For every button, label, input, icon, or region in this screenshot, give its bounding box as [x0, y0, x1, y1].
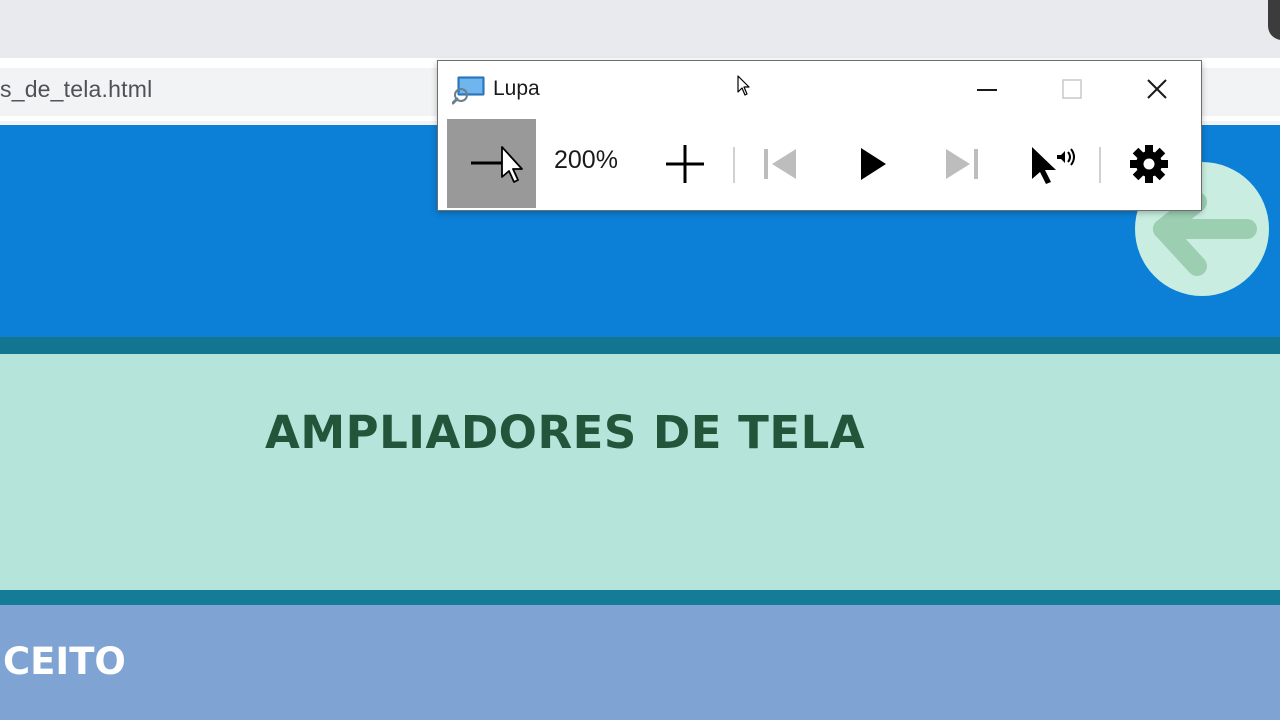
close-button[interactable] — [1115, 61, 1199, 117]
zoom-out-icon — [471, 146, 523, 183]
previous-icon — [764, 149, 796, 179]
address-bar-url: s_de_tela.html — [0, 76, 153, 102]
magnifier-app-icon — [452, 76, 485, 105]
next-icon — [946, 149, 978, 179]
maximize-icon — [1062, 79, 1082, 99]
zoom-in-button[interactable] — [655, 133, 715, 193]
zoom-in-icon — [666, 145, 704, 183]
mouse-pointer-icon — [737, 75, 750, 96]
header-divider — [0, 337, 1280, 354]
next-button[interactable] — [931, 133, 991, 193]
toolbar-separator — [733, 147, 735, 183]
title-section — [0, 354, 1280, 590]
magnifier-title-bar[interactable]: Lupa — [438, 61, 1201, 119]
close-icon — [1147, 79, 1167, 99]
minimize-icon — [977, 89, 997, 91]
section-divider — [0, 590, 1280, 605]
page-title: AMPLIADORES DE TELA — [265, 406, 866, 459]
settings-icon — [1130, 145, 1168, 183]
browser-tab-strip — [0, 0, 1280, 58]
play-icon — [861, 148, 886, 180]
maximize-button[interactable] — [1030, 61, 1114, 117]
magnifier-title: Lupa — [493, 77, 540, 100]
concept-section — [0, 605, 1280, 720]
zoom-out-button[interactable] — [447, 119, 536, 208]
section-title: CEITO — [3, 640, 126, 683]
toolbar-separator — [1099, 147, 1101, 183]
read-from-here-button[interactable] — [1019, 133, 1079, 193]
magnifier-window[interactable]: Lupa 200% — [437, 60, 1202, 211]
previous-button[interactable] — [751, 133, 811, 193]
read-from-here-icon — [1032, 147, 1075, 184]
minimize-button[interactable] — [945, 61, 1029, 117]
settings-button[interactable] — [1119, 133, 1179, 193]
tab-edge — [1268, 0, 1280, 40]
play-button[interactable] — [842, 133, 902, 193]
zoom-level: 200% — [554, 146, 618, 174]
screen: s_de_tela.html AMPLIADORES DE TELA CEITO… — [0, 0, 1280, 720]
